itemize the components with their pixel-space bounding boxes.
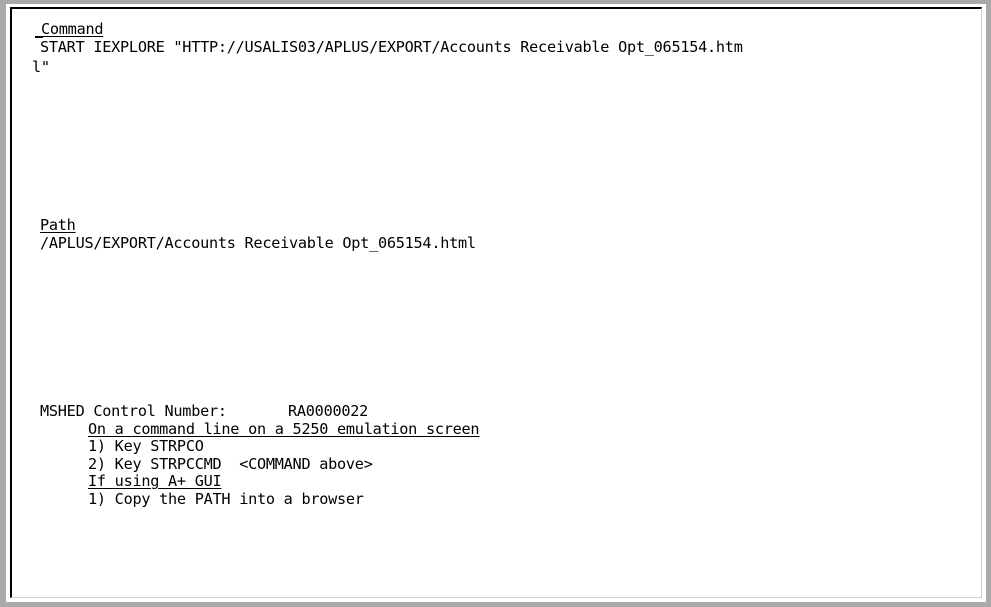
command-text-line-1[interactable]: START IEXPLORE "HTTP://USALIS03/APLUS/EX… (40, 39, 743, 56)
terminal-window-frame: Command START IEXPLORE "HTTP://USALIS03/… (0, 0, 991, 607)
control-number-value: RA0000022 (288, 402, 369, 420)
command-heading: Command (41, 20, 104, 38)
command-text-line-2[interactable]: l" (32, 59, 50, 76)
gui-instructions-heading: If using A+ GUI (88, 472, 222, 490)
terminal-screen: Command START IEXPLORE "HTTP://USALIS03/… (10, 7, 982, 598)
gui-step-1: 1) Copy the PATH into a browser (88, 490, 364, 508)
path-heading: Path (40, 216, 76, 234)
control-number-label: MSHED Control Number: (40, 402, 227, 420)
path-value[interactable]: /APLUS/EXPORT/Accounts Receivable Opt_06… (40, 235, 476, 252)
emulation-step-2: 2) Key STRPCCMD <COMMAND above> (88, 455, 373, 473)
emulation-instructions-heading: On a command line on a 5250 emulation sc… (88, 420, 480, 438)
emulation-step-1: 1) Key STRPCO (88, 437, 204, 455)
